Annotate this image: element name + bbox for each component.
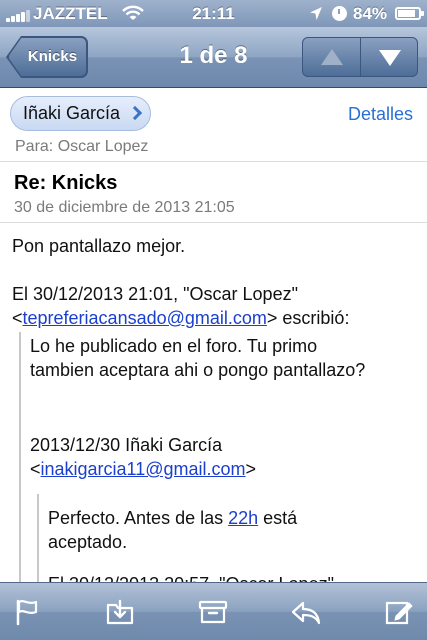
- sender-name: Iñaki García: [23, 103, 121, 123]
- compose-icon[interactable]: [384, 597, 414, 627]
- quote-header: El 30/12/2013 21:01, "Oscar Lopez": [12, 284, 298, 304]
- quoted-line: Lo he publicado en el foro. Tu primo: [30, 336, 318, 356]
- reply-icon[interactable]: [291, 597, 321, 627]
- email-link[interactable]: tepreferiacansado@gmail.com: [23, 308, 267, 328]
- message-date: 30 de diciembre de 2013 21:05: [14, 199, 235, 216]
- time-link[interactable]: 22h: [228, 508, 258, 528]
- next-message-button[interactable]: [359, 38, 418, 76]
- quoted-line: tambien aceptara ahi o pongo pantallazo?: [30, 360, 366, 380]
- arrow-up-icon: [321, 49, 343, 65]
- status-bar: JAZZTEL 21:11 84%: [0, 0, 427, 27]
- quote-bar: [37, 494, 39, 584]
- message-navigation-control: [302, 37, 418, 77]
- subject-divider: [0, 222, 427, 223]
- quoted-line: Perfecto. Antes de las 22h está: [48, 508, 298, 528]
- quoted-line: aceptado.: [48, 532, 128, 552]
- message-line: Pon pantallazo mejor.: [12, 236, 186, 256]
- quote-header-email-line: <tepreferiacansado@gmail.com> escribió:: [12, 308, 350, 328]
- arrow-down-icon: [378, 50, 401, 66]
- email-link[interactable]: inakigarcia11@gmail.com: [41, 459, 246, 479]
- alarm-clock-icon: [332, 6, 347, 21]
- archive-icon[interactable]: [198, 597, 228, 627]
- bottom-toolbar: [0, 582, 427, 640]
- header-divider: [0, 161, 427, 162]
- location-icon: [310, 7, 322, 20]
- recipient-line: Para: Oscar Lopez: [15, 138, 149, 155]
- quote-header: 2013/12/30 Iñaki García: [30, 435, 223, 455]
- quote-header-email-line: <inakigarcia11@gmail.com>: [30, 459, 257, 479]
- chevron-right-icon: [127, 105, 143, 121]
- navigation-bar: Knicks 1 de 8: [0, 27, 427, 88]
- message-counter-title: 1 de 8: [179, 42, 248, 69]
- message-subject: Re: Knicks: [14, 172, 118, 194]
- flag-icon[interactable]: [12, 597, 42, 627]
- previous-message-button[interactable]: [303, 38, 360, 76]
- battery-icon: [395, 7, 424, 20]
- move-folder-icon[interactable]: [105, 597, 135, 627]
- quote-bar: [19, 332, 21, 584]
- details-link[interactable]: Detalles: [348, 104, 413, 125]
- sender-chip[interactable]: Iñaki García: [10, 96, 152, 131]
- battery-percent: 84%: [353, 4, 388, 23]
- back-button[interactable]: Knicks: [8, 37, 87, 77]
